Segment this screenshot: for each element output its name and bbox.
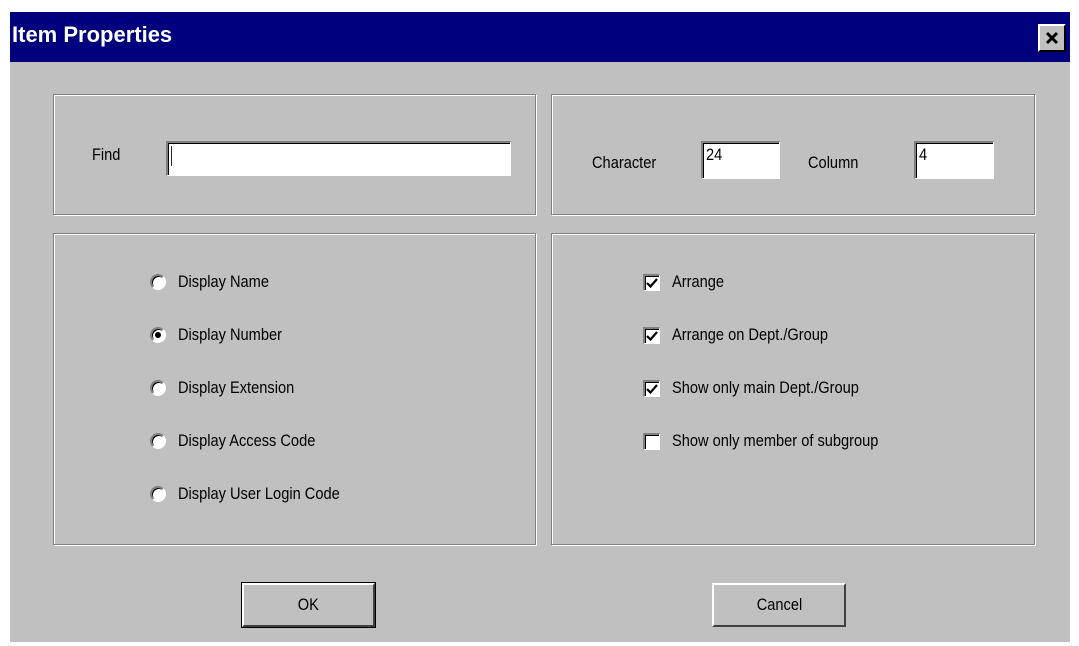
radio-display-access-code[interactable]: Display Access Code bbox=[150, 431, 338, 451]
character-label: Character bbox=[592, 153, 657, 172]
radio-button[interactable] bbox=[150, 433, 166, 449]
checkmark-icon bbox=[646, 330, 658, 341]
column-field[interactable]: 4 bbox=[914, 141, 994, 179]
radio-display-user-login-code[interactable]: Display User Login Code bbox=[150, 484, 366, 504]
radio-display-number[interactable]: Display Number bbox=[150, 325, 299, 345]
radio-label: Display Access Code bbox=[178, 431, 316, 450]
checkbox-arrange[interactable]: Arrange bbox=[643, 272, 732, 292]
checkbox[interactable] bbox=[643, 326, 660, 344]
character-field[interactable]: 24 bbox=[701, 141, 780, 179]
checkbox-label: Show only main Dept./Group bbox=[672, 378, 859, 397]
window-title: Item Properties bbox=[12, 22, 173, 47]
checkbox-label: Arrange bbox=[672, 272, 725, 291]
close-icon bbox=[1045, 31, 1059, 45]
radio-display-extension[interactable]: Display Extension bbox=[150, 378, 313, 398]
find-label: Find bbox=[92, 145, 121, 164]
column-label: Column bbox=[808, 153, 859, 172]
find-input[interactable] bbox=[166, 141, 511, 176]
radio-button[interactable] bbox=[150, 380, 166, 396]
radio-button[interactable] bbox=[150, 274, 166, 290]
checkbox-show-only-main-dept-group[interactable]: Show only main Dept./Group bbox=[643, 378, 889, 398]
checkbox-label: Arrange on Dept./Group bbox=[672, 325, 829, 344]
arrange-options-group: Arrange Arrange on Dept./Group Show only… bbox=[551, 233, 1035, 545]
radio-label: Display Name bbox=[178, 272, 269, 291]
checkbox-label: Show only member of subgroup bbox=[672, 431, 879, 450]
checkbox[interactable] bbox=[643, 379, 660, 397]
find-group: Find bbox=[53, 94, 536, 215]
radio-label: Display User Login Code bbox=[178, 484, 340, 503]
radio-label: Display Number bbox=[178, 325, 283, 344]
radio-button[interactable] bbox=[150, 327, 166, 343]
display-options-group: Display Name Display Number Display Exte… bbox=[53, 233, 536, 545]
radio-selected-dot bbox=[155, 332, 161, 338]
checkbox[interactable] bbox=[643, 273, 660, 291]
cancel-label: Cancel bbox=[756, 595, 802, 614]
radio-label: Display Extension bbox=[178, 378, 295, 397]
checkbox-arrange-on-dept-group[interactable]: Arrange on Dept./Group bbox=[643, 325, 853, 345]
checkmark-icon bbox=[646, 277, 658, 288]
cancel-button[interactable]: Cancel bbox=[712, 583, 846, 627]
item-properties-dialog: Item Properties Find Character 24 Column… bbox=[10, 12, 1070, 642]
text-caret bbox=[171, 145, 172, 166]
checkmark-icon bbox=[646, 383, 658, 394]
ok-label: OK bbox=[297, 595, 320, 614]
ok-button[interactable]: OK bbox=[241, 582, 376, 628]
title-bar[interactable]: Item Properties bbox=[10, 12, 1070, 62]
close-button[interactable] bbox=[1038, 24, 1066, 52]
radio-button[interactable] bbox=[150, 486, 166, 502]
checkbox[interactable] bbox=[643, 432, 660, 450]
checkbox-show-only-member-of-subgroup[interactable]: Show only member of subgroup bbox=[643, 431, 912, 451]
radio-display-name[interactable]: Display Name bbox=[150, 272, 284, 292]
layout-group: Character 24 Column 4 bbox=[551, 94, 1035, 215]
